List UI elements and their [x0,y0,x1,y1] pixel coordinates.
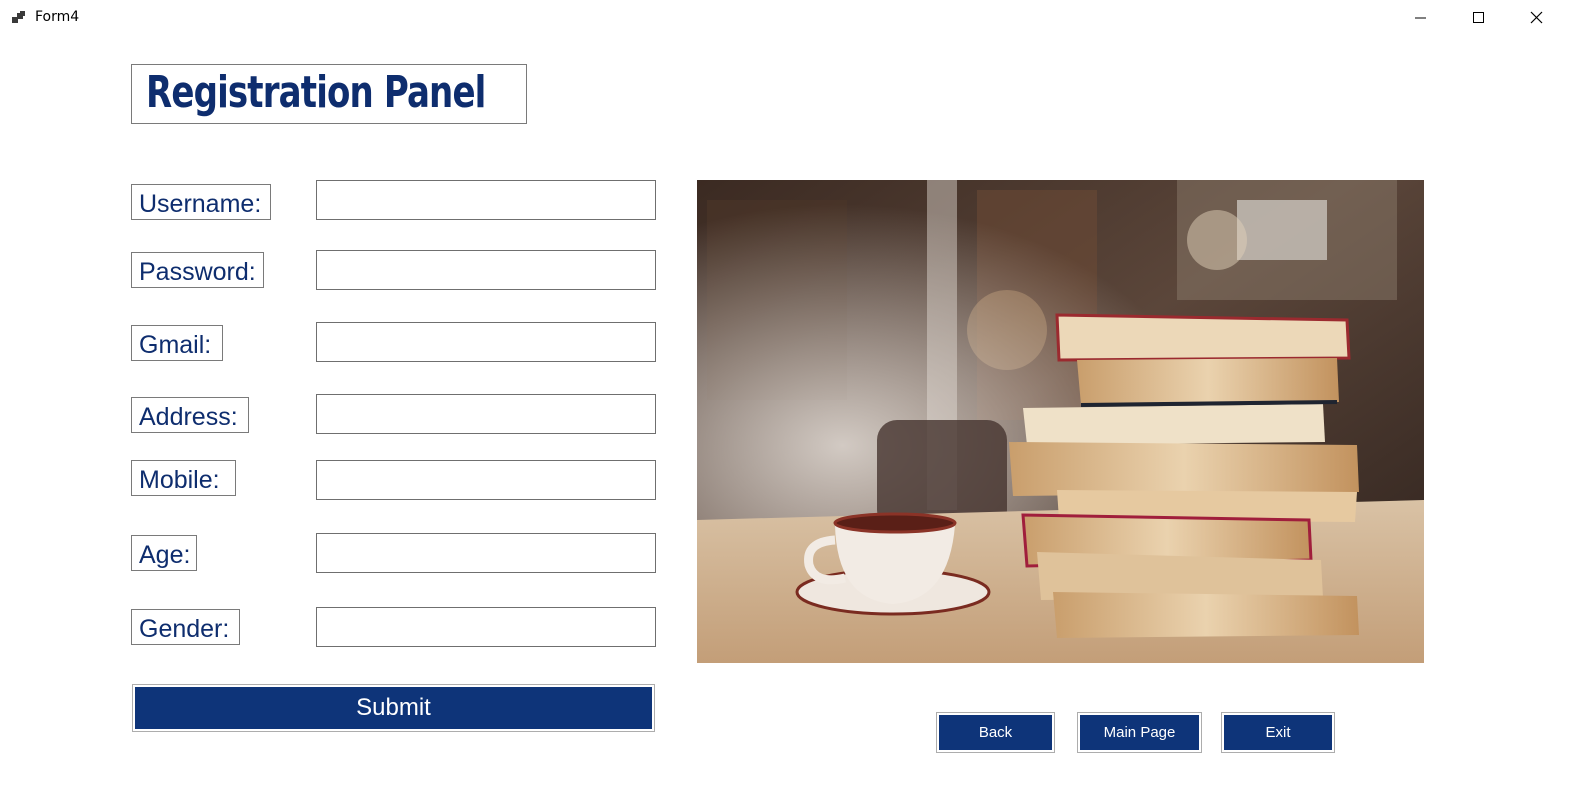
minimize-icon [1415,17,1426,19]
password-field[interactable] [316,250,656,290]
window-title: Form4 [35,9,80,25]
age-label: Age: [131,535,197,571]
gender-label: Gender: [131,609,240,645]
username-label: Username: [131,184,271,220]
password-label: Password: [131,252,264,288]
desktop-background [1568,0,1586,790]
maximize-icon [1473,12,1484,23]
main-page-button[interactable]: Main Page [1077,712,1202,753]
submit-button[interactable]: Submit [132,684,655,732]
gender-field[interactable] [316,607,656,647]
close-icon [1530,11,1543,24]
age-field[interactable] [316,533,656,573]
username-field[interactable] [316,180,656,220]
exit-button[interactable]: Exit [1221,712,1335,753]
close-button[interactable] [1508,0,1566,36]
maximize-button[interactable] [1450,0,1508,36]
heading-frame: Registration Panel [131,64,527,124]
form-window: Form4 Registration Panel Username: Passw… [0,0,1569,790]
page-title: Registration Panel [146,67,486,118]
mobile-label: Mobile: [131,460,236,496]
title-bar[interactable]: Form4 [0,0,1568,36]
back-button[interactable]: Back [936,712,1055,753]
form-app-icon [12,10,26,24]
address-label: Address: [131,397,249,433]
minimize-button[interactable] [1392,0,1450,36]
books-coffee-image [697,180,1424,663]
address-field[interactable] [316,394,656,434]
mobile-field[interactable] [316,460,656,500]
gmail-label: Gmail: [131,325,223,361]
gmail-field[interactable] [316,322,656,362]
